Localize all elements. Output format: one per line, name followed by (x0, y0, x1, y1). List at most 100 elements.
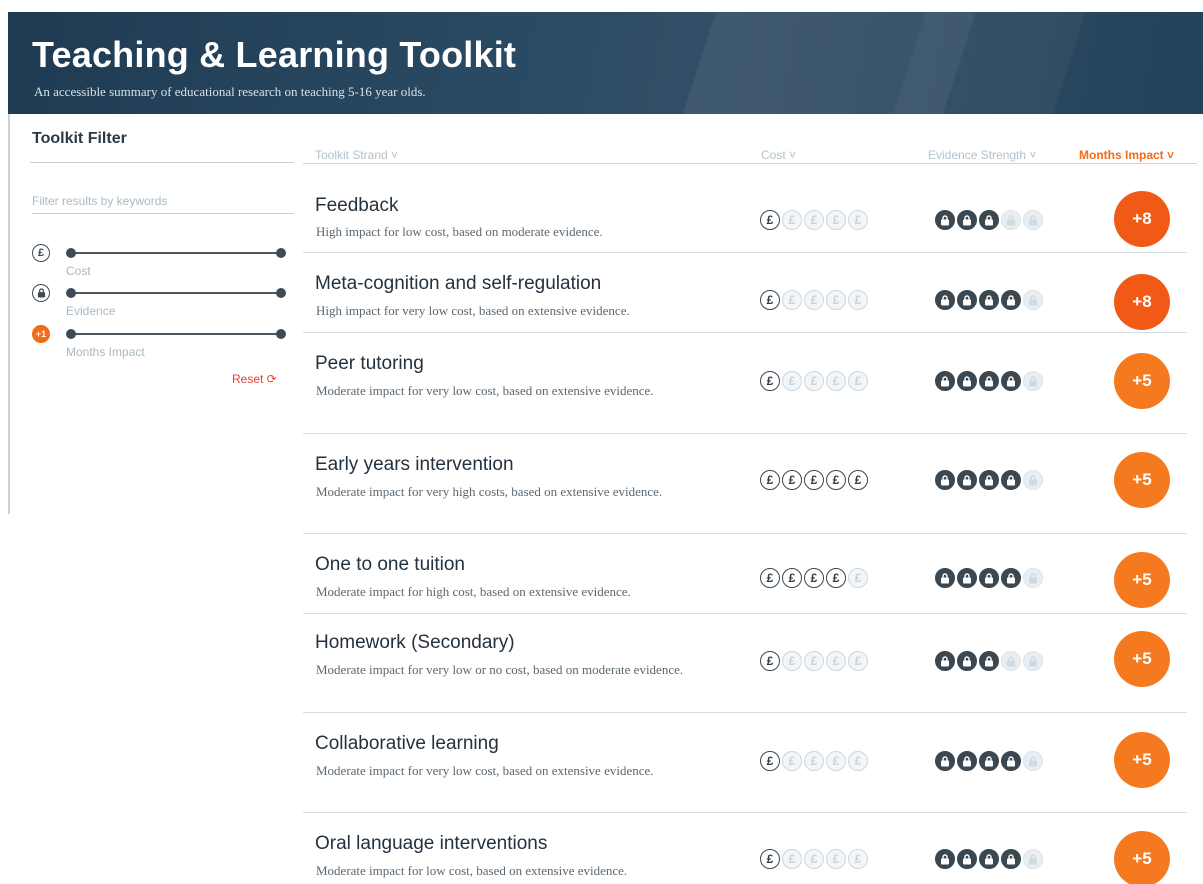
pound-icon: £ (826, 751, 846, 771)
lock-icon (935, 751, 955, 771)
lock-icon (1023, 470, 1043, 490)
table-row[interactable]: One to one tuition Moderate impact for hi… (303, 534, 1187, 614)
cost-slider-track[interactable] (70, 252, 282, 254)
pound-icon: £ (804, 651, 824, 671)
months-impact-slider[interactable]: +1 Months Impact (32, 325, 294, 365)
evidence-rating (935, 568, 1043, 588)
months-impact-badge: +5 (1114, 732, 1170, 788)
lock-icon (1023, 290, 1043, 310)
lock-icon (1023, 849, 1043, 869)
strand-title[interactable]: Feedback (315, 195, 398, 217)
lock-icon (1001, 849, 1021, 869)
column-header-evidence[interactable]: Evidence Strength ˅ (928, 148, 1036, 162)
lock-icon (1023, 568, 1043, 588)
keyword-filter-input[interactable] (32, 188, 294, 214)
cost-slider-max-handle[interactable] (276, 248, 286, 258)
column-header-strand[interactable]: Toolkit Strand ˅ (315, 148, 398, 162)
strand-description: High impact for low cost, based on moder… (316, 224, 603, 239)
cost-rating: £ £ £ £ £ (760, 371, 868, 391)
evidence-rating (935, 290, 1043, 310)
table-row[interactable]: Feedback High impact for low cost, based … (303, 165, 1187, 253)
pound-icon: £ (848, 751, 868, 771)
pound-icon: £ (782, 751, 802, 771)
strand-description: Moderate impact for low cost, based on e… (316, 863, 628, 878)
strand-title[interactable]: Peer tutoring (315, 353, 424, 375)
strand-title[interactable]: Early years intervention (315, 454, 514, 476)
toolkit-filter-sidebar: Toolkit Filter £ Cost Evidence +1 Months… (30, 130, 294, 386)
pound-icon: £ (804, 849, 824, 869)
lock-icon (1001, 371, 1021, 391)
lock-icon (979, 210, 999, 230)
lock-icon (935, 210, 955, 230)
cost-slider-label: Cost (66, 264, 91, 278)
pound-icon: £ (782, 568, 802, 588)
evidence-slider-track[interactable] (70, 292, 282, 294)
page-title: Teaching & Learning Toolkit (32, 34, 517, 75)
evidence-rating (935, 751, 1043, 771)
months-impact-badge: +8 (1114, 274, 1170, 330)
table-row[interactable]: Early years intervention Moderate impact … (303, 434, 1187, 534)
lock-icon (1023, 210, 1043, 230)
lock-icon (1001, 751, 1021, 771)
pound-icon: £ (760, 568, 780, 588)
table-row[interactable]: Meta-cognition and self-regulation High i… (303, 253, 1187, 333)
impact-slider-min-handle[interactable] (66, 329, 76, 339)
pound-icon: £ (848, 210, 868, 230)
impact-slider-max-handle[interactable] (276, 329, 286, 339)
reset-button[interactable]: Reset ⟳ (232, 372, 277, 386)
pound-icon: £ (848, 651, 868, 671)
pound-icon: £ (804, 751, 824, 771)
pound-icon: £ (782, 849, 802, 869)
column-header-cost[interactable]: Cost ˅ (761, 148, 796, 162)
strand-description: High impact for very low cost, based on … (316, 303, 630, 318)
lock-icon (1001, 470, 1021, 490)
evidence-slider-label: Evidence (66, 304, 116, 318)
pound-icon: £ (826, 849, 846, 869)
pound-icon: £ (826, 651, 846, 671)
evidence-rating (935, 651, 1043, 671)
lock-icon (979, 849, 999, 869)
strand-title[interactable]: Meta-cognition and self-regulation (315, 273, 601, 295)
strand-title[interactable]: One to one tuition (315, 554, 465, 576)
table-row[interactable]: Collaborative learning Moderate impact fo… (303, 713, 1187, 813)
strand-title[interactable]: Homework (Secondary) (315, 632, 515, 654)
pound-icon: £ (804, 568, 824, 588)
evidence-slider[interactable]: Evidence (32, 284, 294, 324)
lock-icon (957, 849, 977, 869)
pound-icon: £ (826, 290, 846, 310)
page-header: Teaching & Learning Toolkit An accessibl… (8, 12, 1203, 114)
pound-icon: £ (826, 470, 846, 490)
table-row[interactable]: Homework (Secondary) Moderate impact for … (303, 614, 1187, 713)
strand-title[interactable]: Collaborative learning (315, 733, 499, 755)
lock-icon (1001, 210, 1021, 230)
pound-icon: £ (760, 470, 780, 490)
pound-icon: £ (804, 470, 824, 490)
pound-icon: £ (826, 568, 846, 588)
impact-icon: +1 (32, 325, 50, 343)
lock-icon (957, 751, 977, 771)
evidence-slider-min-handle[interactable] (66, 288, 76, 298)
lock-icon (935, 470, 955, 490)
lock-icon (1023, 371, 1043, 391)
evidence-slider-max-handle[interactable] (276, 288, 286, 298)
pound-icon: £ (848, 290, 868, 310)
filter-title: Toolkit Filter (32, 130, 127, 147)
pound-icon: £ (848, 470, 868, 490)
impact-slider-track[interactable] (70, 333, 282, 335)
column-header-months-impact[interactable]: Months Impact ˅ (1079, 148, 1174, 162)
pound-icon: £ (826, 371, 846, 391)
strand-title[interactable]: Oral language interventions (315, 833, 547, 855)
months-impact-badge: +5 (1114, 631, 1170, 687)
table-row[interactable]: Peer tutoring Moderate impact for very lo… (303, 333, 1187, 434)
lock-icon (957, 470, 977, 490)
cost-slider[interactable]: £ Cost (32, 244, 294, 284)
lock-icon (32, 284, 50, 302)
lock-icon (957, 568, 977, 588)
pound-icon: £ (782, 210, 802, 230)
lock-icon (935, 290, 955, 310)
cost-slider-min-handle[interactable] (66, 248, 76, 258)
evidence-rating (935, 470, 1043, 490)
lock-icon (935, 568, 955, 588)
table-row[interactable]: Oral language interventions Moderate impa… (303, 813, 1187, 884)
months-impact-badge: +8 (1114, 191, 1170, 247)
